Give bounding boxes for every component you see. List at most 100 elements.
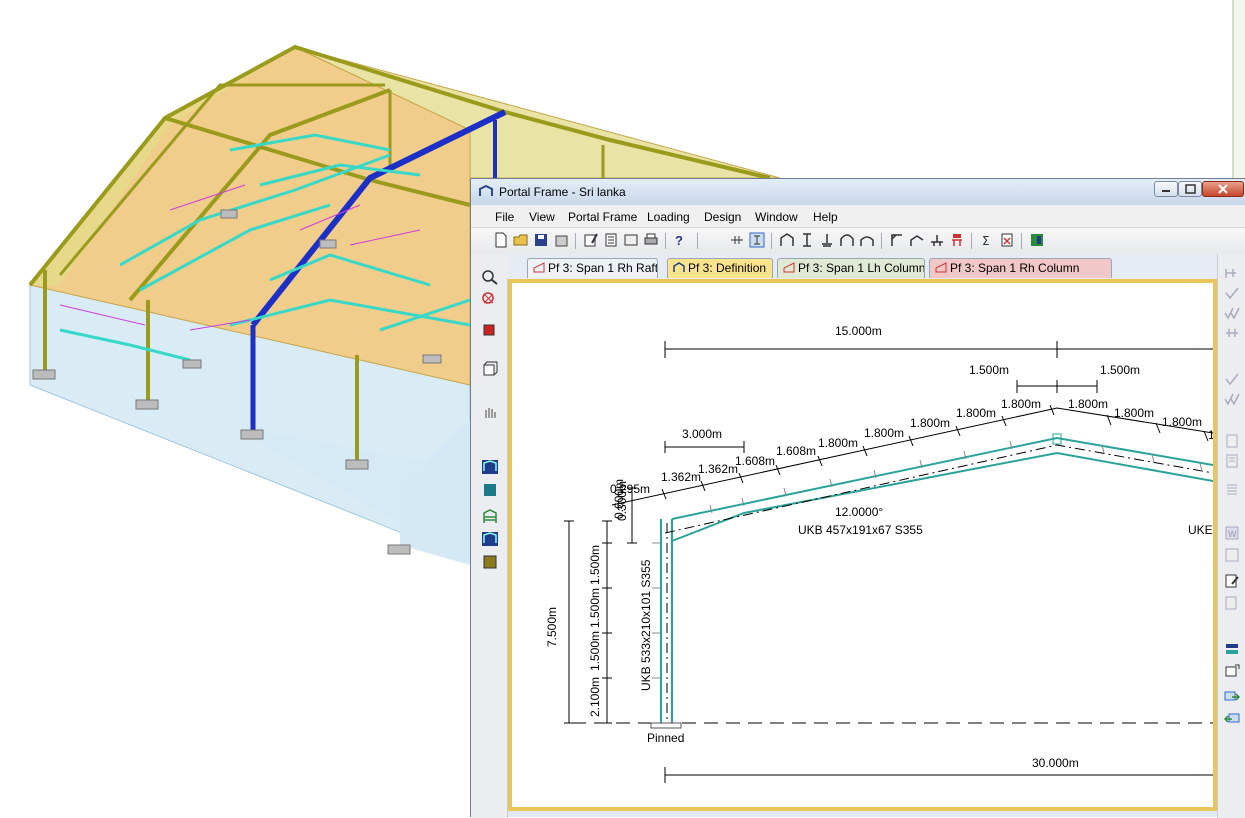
close-button[interactable] [1202, 181, 1244, 197]
document-tabs: Pf 3: Span 1 Rh Rafter Pf 3: Definition … [507, 254, 1245, 279]
save-as-icon[interactable] [553, 232, 569, 248]
tools-toolbar: W [1217, 254, 1245, 818]
dim-apex-left: 1.500m [969, 363, 1009, 377]
restore-button[interactable] [1178, 181, 1202, 197]
menu-loading[interactable]: Loading [647, 210, 690, 224]
dim-segment: 1.800m [1068, 397, 1108, 411]
portal-frame-window[interactable]: Portal Frame - Sri lanka File View Porta… [470, 178, 1245, 818]
tab-span-1-lh-column[interactable]: Pf 3: Span 1 Lh Column [777, 258, 925, 278]
tick-icon[interactable] [1224, 372, 1240, 386]
dim-half-span: 15.000m [835, 324, 882, 338]
solid-view-icon[interactable] [481, 321, 499, 337]
menu-view[interactable]: View [529, 210, 555, 224]
box-view-icon[interactable] [481, 481, 499, 497]
column-dim: 1.500m [588, 545, 602, 585]
tab-label: Pf 3: Span 1 Lh Column [798, 261, 925, 275]
print-icon[interactable] [643, 232, 659, 248]
column-section-label: UKB 533x210x101 S355 [639, 559, 653, 691]
crane-icon[interactable] [929, 232, 945, 248]
menu-file[interactable]: File [495, 210, 514, 224]
portal-tab-icon [673, 262, 685, 272]
svg-text:Σ: Σ [982, 234, 990, 248]
help-icon[interactable]: ? [671, 232, 687, 248]
dim-apex-right: 1.500m [1100, 363, 1140, 377]
notes-icon[interactable] [1224, 482, 1240, 496]
member-select-icon[interactable] [749, 232, 765, 248]
new-window-icon[interactable] [1224, 664, 1240, 678]
rafter-pitch: 12.0000° [835, 505, 883, 519]
dim-segment: 1.800m [1001, 397, 1041, 411]
dim-segment: 1.800m [864, 426, 904, 440]
rafter-icon[interactable] [909, 232, 925, 248]
dim-segment: 1.608m [735, 454, 775, 468]
column-dim: 1.500m [588, 588, 602, 628]
sigma-design-icon[interactable]: Σ [979, 232, 995, 248]
menu-portal-frame[interactable]: Portal Frame [568, 210, 637, 224]
zoom-icon[interactable] [481, 269, 499, 285]
render-view-icon[interactable] [481, 553, 499, 569]
add-member-icon[interactable] [1224, 266, 1240, 280]
curved-rafter-icon[interactable] [859, 232, 875, 248]
portal-view-icon[interactable] [481, 531, 499, 547]
portal-frame-drawing: 15.000m 1.500m 1.500m 3.000m 0.295m 1.36… [545, 324, 1213, 783]
stack-windows-icon[interactable] [1224, 642, 1240, 656]
save-icon[interactable] [533, 232, 549, 248]
align-icon[interactable] [1224, 326, 1240, 340]
new-document-icon[interactable] [493, 232, 509, 248]
tab-definition[interactable]: Pf 3: Definition [667, 258, 773, 278]
column-tab-icon [935, 262, 947, 273]
transfer-right-icon[interactable] [1224, 690, 1240, 704]
frame-view-icon[interactable] [481, 459, 499, 475]
member-insert-icon[interactable] [729, 232, 745, 248]
haunch-icon[interactable] [889, 232, 905, 248]
dim-segment: 1.800m [818, 436, 858, 450]
minimize-button[interactable] [1154, 181, 1178, 197]
tab-label: Pf 3: Span 1 Rh Column [950, 261, 1080, 275]
document-list-icon[interactable] [1224, 454, 1240, 468]
title-bar[interactable]: Portal Frame - Sri lanka [471, 179, 1245, 205]
frame-definition-canvas[interactable]: 15.000m 1.500m 1.500m 3.000m 0.295m 1.36… [512, 283, 1213, 807]
base-support-icon[interactable] [819, 232, 835, 248]
dim-segment: 1.362m [698, 462, 738, 476]
word-export-icon[interactable]: W [1224, 526, 1240, 540]
grid-view-icon[interactable] [481, 509, 499, 525]
view-toolbar [471, 254, 508, 818]
menu-window[interactable]: Window [755, 210, 798, 224]
load-icon[interactable] [949, 232, 965, 248]
arch-frame-icon[interactable] [839, 232, 855, 248]
wireframe-view-icon[interactable] [481, 361, 499, 377]
dim-segment: 1.362m [661, 470, 701, 484]
report-disabled-icon[interactable] [1224, 596, 1240, 610]
check-member-icon[interactable] [1224, 286, 1240, 300]
edit-icon[interactable] [583, 232, 599, 248]
tab-span-1-rh-column[interactable]: Pf 3: Span 1 Rh Column [929, 258, 1112, 278]
column-section-icon[interactable] [799, 232, 815, 248]
transfer-left-icon[interactable] [1224, 712, 1240, 726]
haunch-depth-label: 0.600m [612, 479, 626, 519]
zoom-extents-icon[interactable] [481, 291, 499, 307]
rafter-section-label: UKB 457x191x67 S355 [798, 523, 923, 537]
report-edit-icon[interactable] [1224, 574, 1240, 588]
double-tick-icon[interactable] [1224, 392, 1240, 406]
report-icon[interactable] [603, 232, 619, 248]
export-icon[interactable] [1029, 232, 1045, 248]
menu-design[interactable]: Design [704, 210, 741, 224]
print-preview-icon[interactable] [623, 232, 639, 248]
hand-pan-icon[interactable] [481, 404, 499, 420]
menu-help[interactable]: Help [813, 210, 838, 224]
base-fixity-label: Pinned [647, 731, 684, 745]
main-toolbar: ? Σ [471, 228, 1245, 254]
check-design-icon[interactable] [999, 232, 1015, 248]
right-rafter-section-label: UKE [1188, 523, 1213, 537]
tab-span-1-rh-rafter[interactable]: Pf 3: Span 1 Rh Rafter [527, 258, 658, 278]
check-all-icon[interactable] [1224, 306, 1240, 320]
eaves-height-label: 7.500m [545, 607, 559, 647]
portal-frame-app-icon [479, 185, 493, 196]
portal-shape-icon[interactable] [779, 232, 795, 248]
close-icon [1218, 184, 1228, 194]
window-title: Portal Frame - Sri lanka [499, 185, 626, 199]
chart-icon[interactable] [1224, 548, 1240, 562]
document-icon[interactable] [1224, 434, 1240, 448]
column-tab-icon [783, 262, 795, 273]
open-folder-icon[interactable] [513, 232, 529, 248]
